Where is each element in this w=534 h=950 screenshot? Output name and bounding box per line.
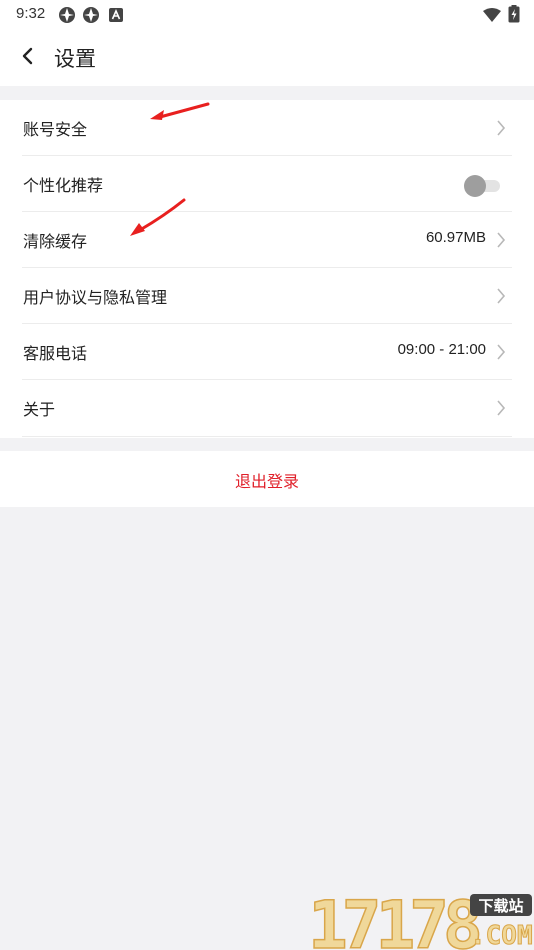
personalized-recommendation-toggle[interactable] [464,175,500,197]
page-title: 设置 [54,47,96,71]
logout-label: 退出登录 [234,472,299,491]
wifi-icon [483,7,501,26]
settings-list: 账号安全 个性化推荐 清除缓存 60.97MB 用户协议与隐私管理 客服电话 0… [0,100,534,438]
settings-item-account-security[interactable]: 账号安全 [22,100,512,156]
settings-item-label: 客服电话 [23,344,88,363]
status-time: 9:32 [16,5,46,22]
toggle-knob [464,175,486,197]
watermark-number: 17178 [308,888,479,950]
service-hours-value: 09:00 - 21:00 [397,341,486,358]
settings-item-label: 账号安全 [23,120,88,139]
app-notification-icon [58,6,76,28]
chevron-right-icon [494,342,508,362]
settings-item-clear-cache[interactable]: 清除缓存 60.97MB [22,212,512,268]
settings-item-customer-service[interactable]: 客服电话 09:00 - 21:00 [22,324,512,380]
watermark-badge: 下载站 [478,897,523,915]
app-header: 设置 [0,30,534,86]
settings-item-personalized-recommendation: 个性化推荐 [22,156,512,212]
settings-item-user-agreement-privacy[interactable]: 用户协议与隐私管理 [22,268,512,324]
settings-item-about[interactable]: 关于 [22,380,512,437]
settings-item-label: 用户协议与隐私管理 [23,288,168,307]
settings-item-label: 清除缓存 [23,232,88,251]
a-square-icon [109,7,123,26]
battery-icon [508,5,520,27]
settings-item-label: 个性化推荐 [23,176,104,195]
back-button[interactable] [14,44,42,72]
chevron-right-icon [494,230,508,250]
watermark-domain: .COM [470,921,533,950]
chevron-left-icon [21,47,35,69]
status-bar: 9:32 [0,0,534,30]
settings-item-label: 关于 [23,400,56,419]
site-watermark-logo: 17178 下载站 .COM [307,886,534,950]
app-notification-icon [82,6,100,28]
cache-size-value: 60.97MB [425,229,486,246]
chevron-right-icon [494,398,508,418]
chevron-right-icon [494,118,508,138]
chevron-right-icon [494,286,508,306]
logout-button[interactable]: 退出登录 [0,451,534,507]
